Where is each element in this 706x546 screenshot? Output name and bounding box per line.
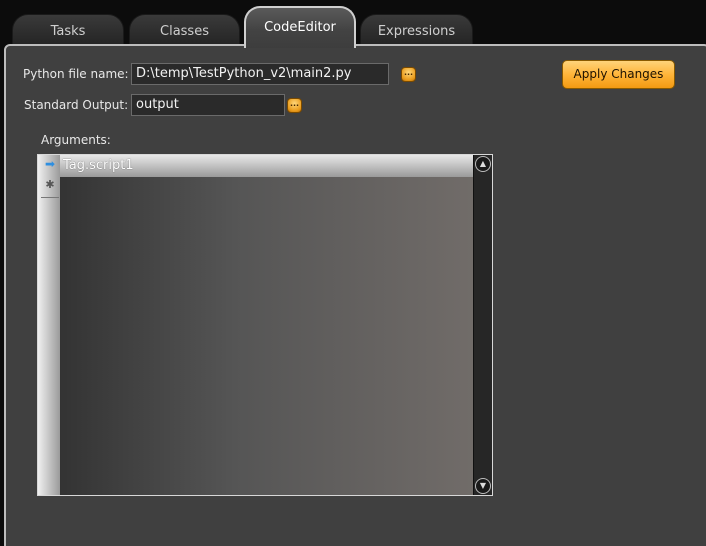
scroll-down-button[interactable]: ▼ [475, 478, 491, 494]
argument-value: Tag.script1 [63, 158, 134, 173]
tab-tasks[interactable]: Tasks [12, 14, 124, 48]
arguments-label: Arguments: [41, 133, 111, 147]
tab-codeeditor[interactable]: CodeEditor [244, 6, 356, 48]
browse-python-file-button[interactable]: ... [401, 67, 416, 82]
code-editor-window: Tasks Classes CodeEditor Expressions Pyt… [0, 0, 706, 546]
scroll-up-button[interactable]: ▲ [475, 156, 491, 172]
vertical-scrollbar[interactable]: ▲ ▼ [473, 155, 492, 495]
row-header-column [38, 155, 60, 495]
grid-body: Tag.script1 ➡ ✱ [38, 155, 474, 495]
python-file-label: Python file name: [23, 67, 129, 81]
tab-expressions[interactable]: Expressions [360, 14, 473, 48]
standard-output-label: Standard Output: [24, 98, 129, 112]
browse-standard-output-button[interactable]: ... [287, 98, 302, 113]
standard-output-input[interactable]: output [131, 94, 285, 116]
tab-bar: Tasks Classes CodeEditor Expressions [0, 0, 706, 48]
row-divider [41, 197, 59, 198]
current-row-arrow-icon: ➡ [44, 157, 56, 171]
code-editor-panel: Python file name: D:\temp\TestPython_v2\… [4, 44, 706, 546]
python-file-input[interactable]: D:\temp\TestPython_v2\main2.py [131, 63, 389, 85]
table-row[interactable]: Tag.script1 [60, 155, 474, 177]
tab-classes[interactable]: Classes [129, 14, 240, 48]
apply-changes-button[interactable]: Apply Changes [562, 60, 675, 89]
new-row-asterisk-icon: ✱ [45, 178, 55, 191]
arguments-grid[interactable]: Tag.script1 ➡ ✱ ▲ ▼ [37, 154, 493, 496]
